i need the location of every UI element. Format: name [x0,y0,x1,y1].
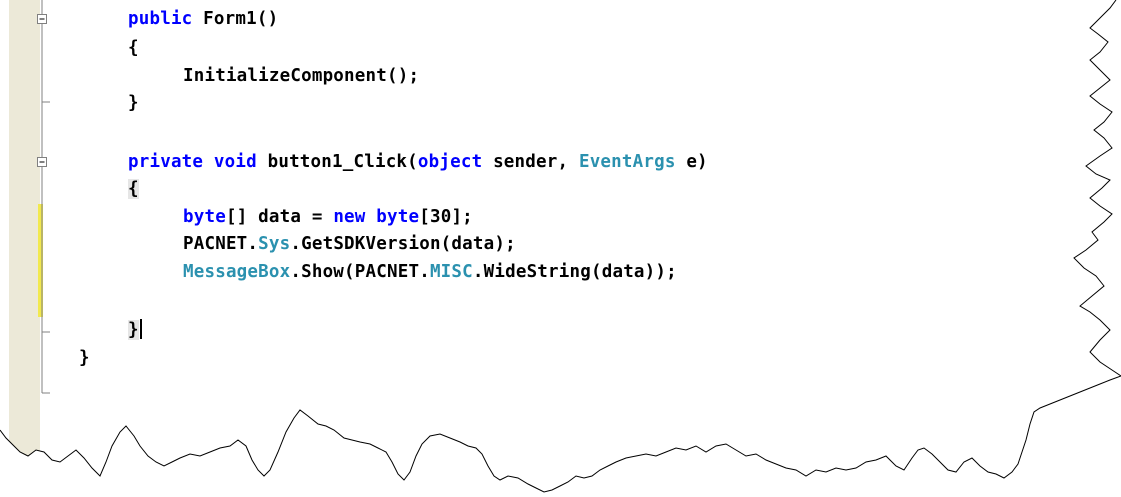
code-text: PACNET. [183,234,259,254]
close-brace: } [128,93,139,113]
collapse-icon[interactable] [37,14,47,24]
code-text: .Show(PACNET. [290,262,430,282]
close-brace: } [79,348,90,368]
outlining-margin [37,0,50,394]
code-text: Form1() [192,9,279,29]
type-token: EventArgs [578,152,676,172]
code-line-7[interactable]: byte[] data = new byte[30]; [183,202,473,232]
code-line-1[interactable]: public Form1() [128,4,278,34]
keyword-token: new [333,207,366,227]
code-text: sender, [482,152,579,172]
open-brace: { [128,179,139,199]
code-line-3[interactable]: InitializeComponent(); [183,61,419,91]
keyword-token: byte [183,207,226,227]
keyword-token: private [128,152,204,172]
code-line-12[interactable]: } [79,343,90,373]
close-brace: } [128,320,139,340]
code-line-11[interactable]: } [128,315,142,345]
code-text: InitializeComponent(); [183,66,420,86]
code-line-2[interactable]: { [128,33,139,63]
code-editor[interactable]: public Form1() { InitializeComponent(); … [0,0,1121,497]
code-text: e) [675,152,708,172]
text-caret [139,319,142,339]
code-line-5[interactable]: private void button1_Click(object sender… [128,147,708,177]
keyword-token: byte [376,207,420,227]
code-text: .GetSDKVersion(data); [290,234,516,254]
code-text: [30]; [419,207,473,227]
code-text: [] data = [225,207,334,227]
type-token: MISC [429,262,473,282]
code-line-8[interactable]: PACNET.Sys.GetSDKVersion(data); [183,229,516,259]
keyword-token: void [213,152,257,172]
code-text: .WideString(data)); [472,262,677,282]
type-token: Sys [258,234,291,254]
open-brace: { [128,38,139,58]
code-text: button1_Click( [256,152,418,172]
code-line-4[interactable]: } [128,88,139,118]
type-token: MessageBox [183,262,291,282]
keyword-token: object [417,152,483,172]
code-line-9[interactable]: MessageBox.Show(PACNET.MISC.WideString(d… [183,257,677,287]
collapse-icon[interactable] [37,157,47,167]
code-line-6[interactable]: { [128,174,139,204]
keyword-token: public [128,9,193,29]
